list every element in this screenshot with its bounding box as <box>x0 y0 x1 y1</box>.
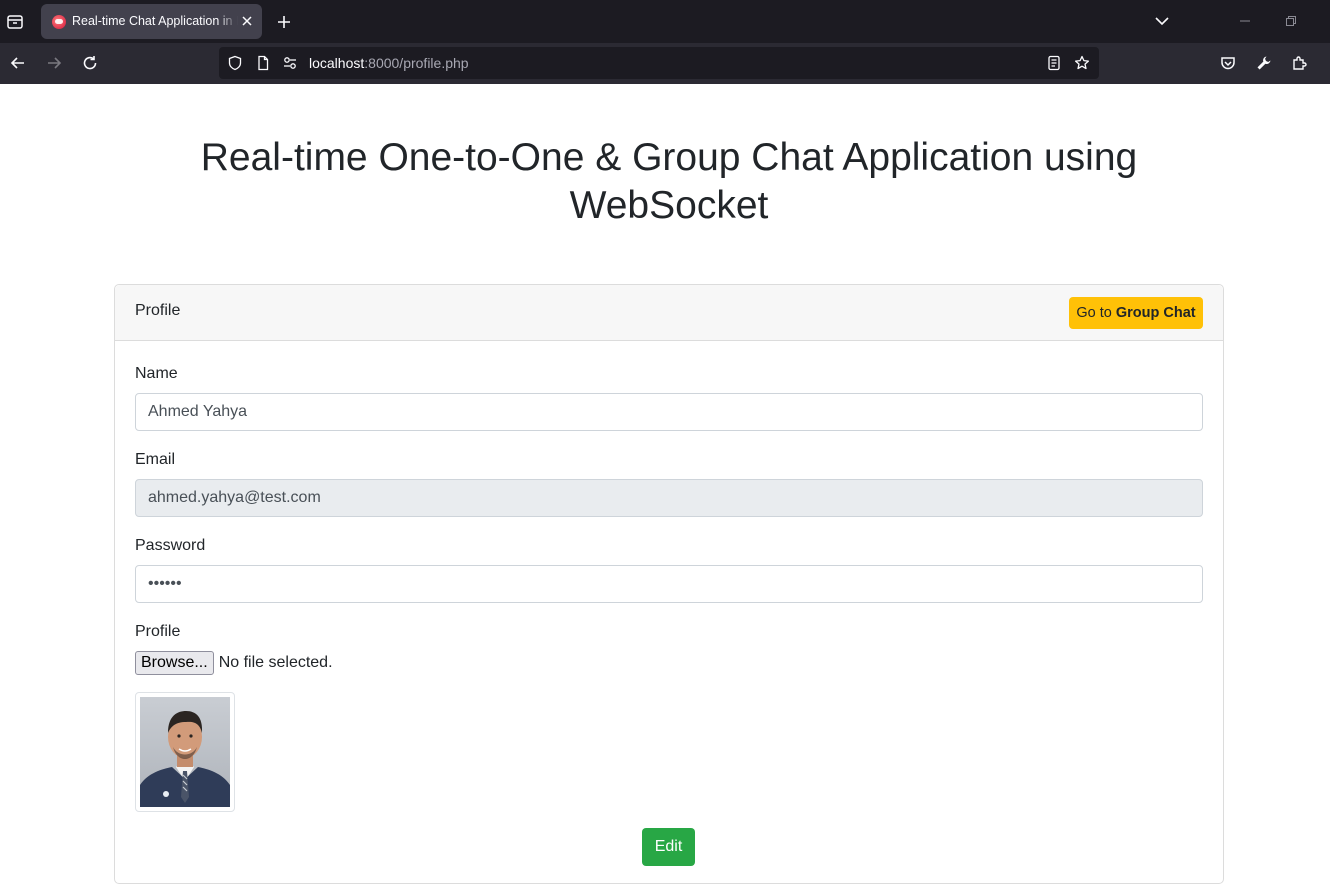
url-host: localhost <box>309 55 365 71</box>
group-button-prefix: Go to <box>1076 305 1112 321</box>
url-text[interactable]: localhost:8000/profile.php <box>309 55 469 71</box>
close-tab-icon[interactable] <box>240 14 254 28</box>
url-path: :8000/profile.php <box>364 55 469 71</box>
minimize-icon[interactable] <box>1238 14 1252 28</box>
address-bar[interactable]: localhost:8000/profile.php <box>219 47 1099 79</box>
edit-button[interactable]: Edit <box>642 828 695 866</box>
page-title: Real-time One-to-One & Group Chat Applic… <box>200 136 1138 227</box>
file-input[interactable]: Browse... No file selected. <box>135 651 333 675</box>
password-field[interactable] <box>135 565 1203 603</box>
tab-title: Real-time Chat Application in PHP <box>72 14 238 28</box>
back-arrow-icon[interactable] <box>8 53 28 73</box>
forward-arrow-icon[interactable] <box>44 53 64 73</box>
email-field[interactable] <box>135 479 1203 517</box>
extensions-icon[interactable] <box>1290 53 1310 73</box>
bookmark-star-icon[interactable] <box>1074 55 1090 71</box>
new-tab-icon[interactable] <box>274 12 294 32</box>
pocket-icon[interactable] <box>1218 53 1238 73</box>
email-label: Email <box>135 451 176 468</box>
password-label: Password <box>135 537 206 554</box>
profile-photo <box>135 692 235 812</box>
permissions-icon[interactable] <box>282 55 298 71</box>
profile-card: Profile Go to Group Chat Name Email Pass… <box>114 284 1224 884</box>
name-field[interactable] <box>135 393 1203 431</box>
page-icon[interactable] <box>255 55 271 71</box>
reader-view-icon[interactable] <box>1046 55 1062 71</box>
card-header-title: Profile <box>135 302 181 319</box>
wrench-icon[interactable] <box>1254 53 1274 73</box>
reload-icon[interactable] <box>80 53 100 73</box>
browse-button[interactable]: Browse... <box>135 651 214 675</box>
shield-icon[interactable] <box>227 55 243 71</box>
restore-icon[interactable] <box>1284 14 1298 28</box>
browser-nav-bar: localhost:8000/profile.php <box>0 43 1330 84</box>
name-label: Name <box>135 365 178 382</box>
profile-label: Profile <box>135 623 181 640</box>
page-content: Real-time One-to-One & Group Chat Applic… <box>0 84 1330 884</box>
group-button-bold: Group Chat <box>1115 305 1196 321</box>
chat-favicon-icon <box>52 15 66 29</box>
file-status: No file selected. <box>218 654 333 671</box>
card-header: Profile Go to Group Chat <box>115 285 1223 341</box>
browser-tab[interactable]: Real-time Chat Application in PHP <box>41 4 262 39</box>
avatar <box>140 697 230 807</box>
go-to-group-chat-button[interactable]: Go to Group Chat <box>1069 297 1203 329</box>
browser-tab-bar: Real-time Chat Application in PHP <box>0 0 1330 43</box>
chevron-down-icon[interactable] <box>1153 12 1171 30</box>
tab-list-icon[interactable] <box>0 0 30 43</box>
